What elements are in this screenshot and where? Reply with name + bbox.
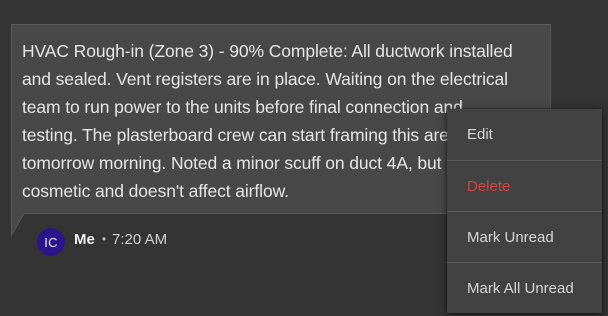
menu-item-delete[interactable]: Delete: [447, 160, 602, 211]
meta-separator: •: [101, 232, 107, 246]
menu-item-edit[interactable]: Edit: [447, 109, 602, 160]
message-context-menu: Edit Delete Mark Unread Mark All Unread: [447, 109, 602, 313]
avatar[interactable]: IC: [37, 228, 65, 256]
menu-item-mark-unread[interactable]: Mark Unread: [447, 211, 602, 262]
bubble-tail: [11, 213, 25, 237]
chat-view: HVAC Rough-in (Zone 3) - 90% Complete: A…: [0, 0, 608, 316]
menu-item-mark-all-unread[interactable]: Mark All Unread: [447, 262, 602, 313]
sender-name: Me: [74, 230, 95, 248]
message-meta: IC Me • 7:20 AM: [37, 228, 167, 256]
message-timestamp: 7:20 AM: [112, 230, 168, 248]
